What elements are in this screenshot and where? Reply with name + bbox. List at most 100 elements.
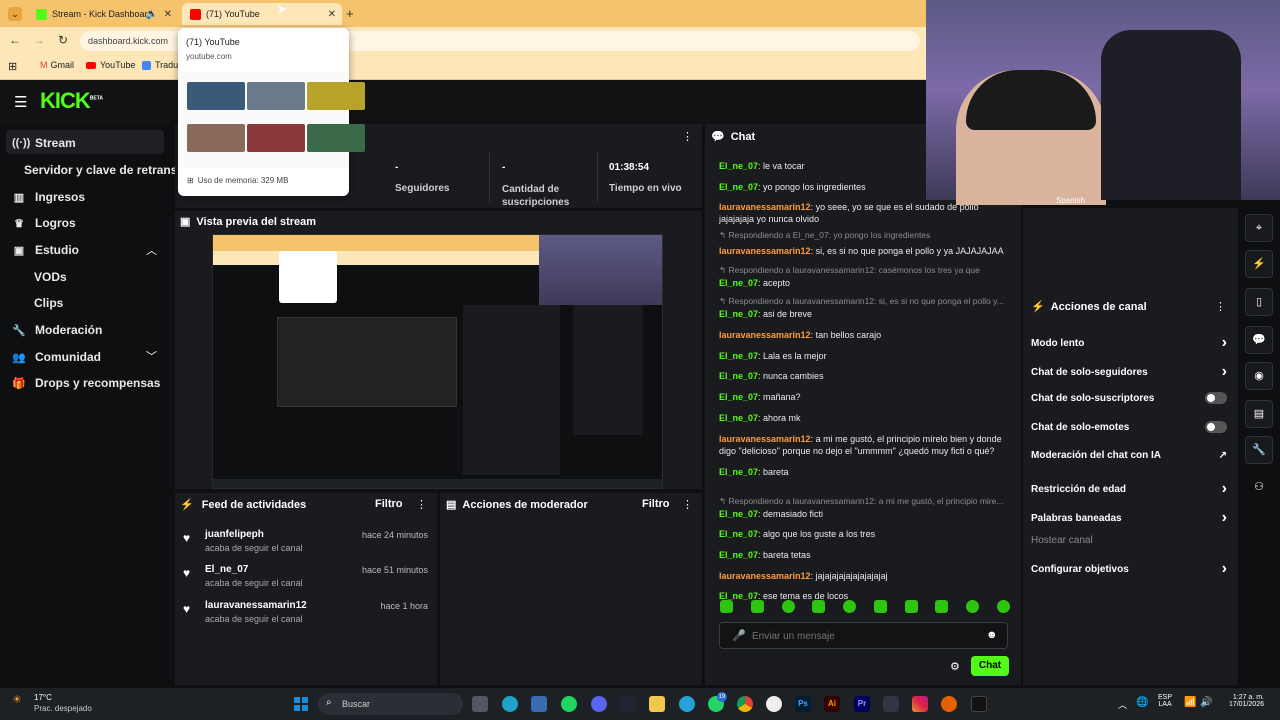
sidebar-item-stream[interactable]: ((·)) Stream [12, 136, 76, 150]
tab-youtube[interactable]: (71) YouTube ✕ [182, 3, 342, 25]
sidebar-item-ingresos[interactable]: ▥ Ingresos [12, 190, 85, 204]
mod-filter-button[interactable]: Filtro [642, 498, 670, 510]
chat-message-input[interactable] [752, 628, 972, 644]
channel-action-item[interactable]: Chat de solo-seguidores › [1031, 363, 1227, 381]
lightning-icon[interactable]: ⚡ [1245, 250, 1273, 278]
davinci-icon[interactable] [883, 696, 899, 712]
obs-icon[interactable] [766, 696, 782, 712]
new-tab-button[interactable]: + [346, 6, 354, 21]
tab-kick-dashboard[interactable]: Stream - Kick Dashboard 🔈 ✕ [28, 3, 178, 25]
mod-more-icon[interactable]: ⋮ [682, 498, 693, 511]
chat-username[interactable]: El_ne_07 [719, 392, 758, 402]
discord-icon[interactable] [591, 696, 607, 712]
chat-send-button[interactable]: Chat [971, 656, 1009, 676]
apps-icon[interactable]: ⊞ [8, 60, 17, 73]
chat-username[interactable]: lauravanessamarin12 [719, 571, 811, 581]
tab-search-icon[interactable]: ⌄ [8, 7, 22, 21]
chat-username[interactable]: El_ne_07 [719, 413, 758, 423]
spotify-icon[interactable] [561, 696, 577, 712]
feed-more-icon[interactable]: ⋮ [416, 498, 427, 511]
more-options-icon[interactable]: ⋮ [682, 130, 693, 143]
reload-icon[interactable]: ↻ [58, 33, 68, 47]
sidebar-item-moderacion[interactable]: 🔧 Moderación [12, 323, 102, 337]
start-button[interactable] [294, 697, 308, 711]
folder-icon[interactable] [649, 696, 665, 712]
tray-up-icon[interactable]: ︿ [1118, 698, 1127, 711]
chat-username[interactable]: El_ne_07 [719, 371, 758, 381]
chat-input-box[interactable]: 🎤 ☻ [719, 622, 1008, 649]
chat-username[interactable]: El_ne_07 [719, 351, 758, 361]
channel-action-item[interactable]: Chat de solo-emotes [1031, 421, 1227, 433]
sidebar-item-estudio[interactable]: ▣ Estudio [12, 243, 79, 257]
emote-icon[interactable] [904, 600, 918, 613]
volume-icon[interactable]: 🔊 [1200, 697, 1212, 708]
channel-action-item[interactable]: Chat de solo-suscriptores [1031, 392, 1227, 404]
channel-action-item[interactable]: Configurar objetivos › [1031, 560, 1227, 578]
channel-action-item[interactable]: Restricción de edad › [1031, 480, 1227, 498]
emote-icon[interactable] [996, 600, 1010, 613]
illustrator-icon[interactable]: Ai [824, 696, 840, 712]
emoji-icon[interactable]: ☻ [986, 629, 998, 641]
chat-username[interactable]: lauravanessamarin12 [719, 434, 811, 444]
users-icon[interactable]: ⚇ [1245, 474, 1273, 502]
task-view-icon[interactable] [472, 696, 488, 712]
sidebar-item-drops[interactable]: 🎁 Drops y recompensas [12, 376, 160, 390]
chrome-icon[interactable] [737, 696, 753, 712]
emote-icon[interactable] [966, 600, 980, 613]
chat-username[interactable]: lauravanessamarin12 [719, 330, 811, 340]
toggle-switch[interactable] [1205, 421, 1227, 433]
chat-username[interactable]: El_ne_07 [719, 278, 758, 288]
firefox-icon[interactable] [941, 696, 957, 712]
channel-action-item[interactable]: Palabras baneadas › [1031, 509, 1227, 527]
edge-icon[interactable] [502, 696, 518, 712]
emote-icon[interactable] [843, 600, 857, 613]
chat-username[interactable]: El_ne_07 [719, 550, 758, 560]
wifi-icon[interactable]: 📶 [1184, 697, 1196, 708]
calculator-icon[interactable] [531, 696, 547, 712]
chat-username[interactable]: El_ne_07 [719, 467, 758, 477]
feed-filter-button[interactable]: Filtro [375, 498, 403, 510]
emote-icon[interactable] [873, 600, 887, 613]
chat-username[interactable]: El_ne_07 [719, 529, 758, 539]
sidebar-item-logros[interactable]: ♛ Logros [12, 216, 76, 230]
browser-icon[interactable] [679, 696, 695, 712]
sidebar-item-comunidad[interactable]: 👥 Comunidad [12, 350, 101, 364]
sidebar-item-clips[interactable]: Clips [34, 296, 63, 310]
broadcast-icon[interactable]: ◉ [1245, 362, 1273, 390]
bookmark-translate[interactable]: Traduc [142, 60, 183, 70]
instagram-icon[interactable] [912, 696, 928, 712]
chevron-down-icon[interactable]: ﹀ [146, 348, 157, 364]
sidebar-item-server-key[interactable]: Servidor y clave de retransm [24, 163, 188, 177]
emote-icon[interactable] [720, 600, 733, 613]
microphone-icon[interactable]: 🎤 [732, 629, 746, 642]
bookmark-youtube[interactable]: YouTube [86, 60, 135, 70]
close-tab-icon[interactable]: ✕ [328, 9, 336, 20]
kick-logo[interactable]: KICKBETA [40, 88, 103, 114]
channel-action-item[interactable]: Modo lento › [1031, 334, 1227, 352]
network-icon[interactable]: 🌐 [1136, 697, 1148, 708]
premiere-icon[interactable]: Pr [854, 696, 870, 712]
photoshop-icon[interactable]: Ps [795, 696, 811, 712]
language-indicator[interactable]: ESP LAA [1158, 694, 1172, 708]
chat-username[interactable]: El_ne_07 [719, 161, 758, 171]
clock[interactable]: 1:27 a. m. 17/01/2026 [1222, 694, 1264, 708]
steam-icon[interactable] [620, 696, 636, 712]
chat-username[interactable]: El_ne_07 [719, 509, 758, 519]
layout-icon[interactable]: ▤ [1245, 400, 1273, 428]
chat-icon[interactable]: 💬 [1245, 326, 1273, 354]
menu-icon[interactable]: ☰ [14, 93, 27, 111]
channel-actions-more-icon[interactable]: ⋮ [1215, 300, 1226, 313]
channel-action-item[interactable]: Moderación del chat con IA ↗ [1031, 450, 1227, 461]
close-tab-icon[interactable]: ✕ [164, 9, 172, 20]
chat-username[interactable]: El_ne_07 [719, 182, 758, 192]
chat-settings-icon[interactable]: ⚙ [950, 660, 960, 673]
mute-icon[interactable]: 🔈 [146, 9, 158, 20]
chat-username[interactable]: lauravanessamarin12 [719, 202, 811, 212]
sidebar-item-vods[interactable]: VODs [34, 270, 67, 284]
bookmark-gmail[interactable]: M Gmail [40, 60, 74, 70]
channel-action-item[interactable]: Hostear canal [1031, 535, 1227, 546]
chevron-up-icon[interactable]: ︿ [146, 242, 157, 258]
taskbar-search[interactable]: ⌕ Buscar [318, 693, 463, 715]
toggle-switch[interactable] [1205, 392, 1227, 404]
stream-preview-video[interactable] [212, 234, 663, 489]
